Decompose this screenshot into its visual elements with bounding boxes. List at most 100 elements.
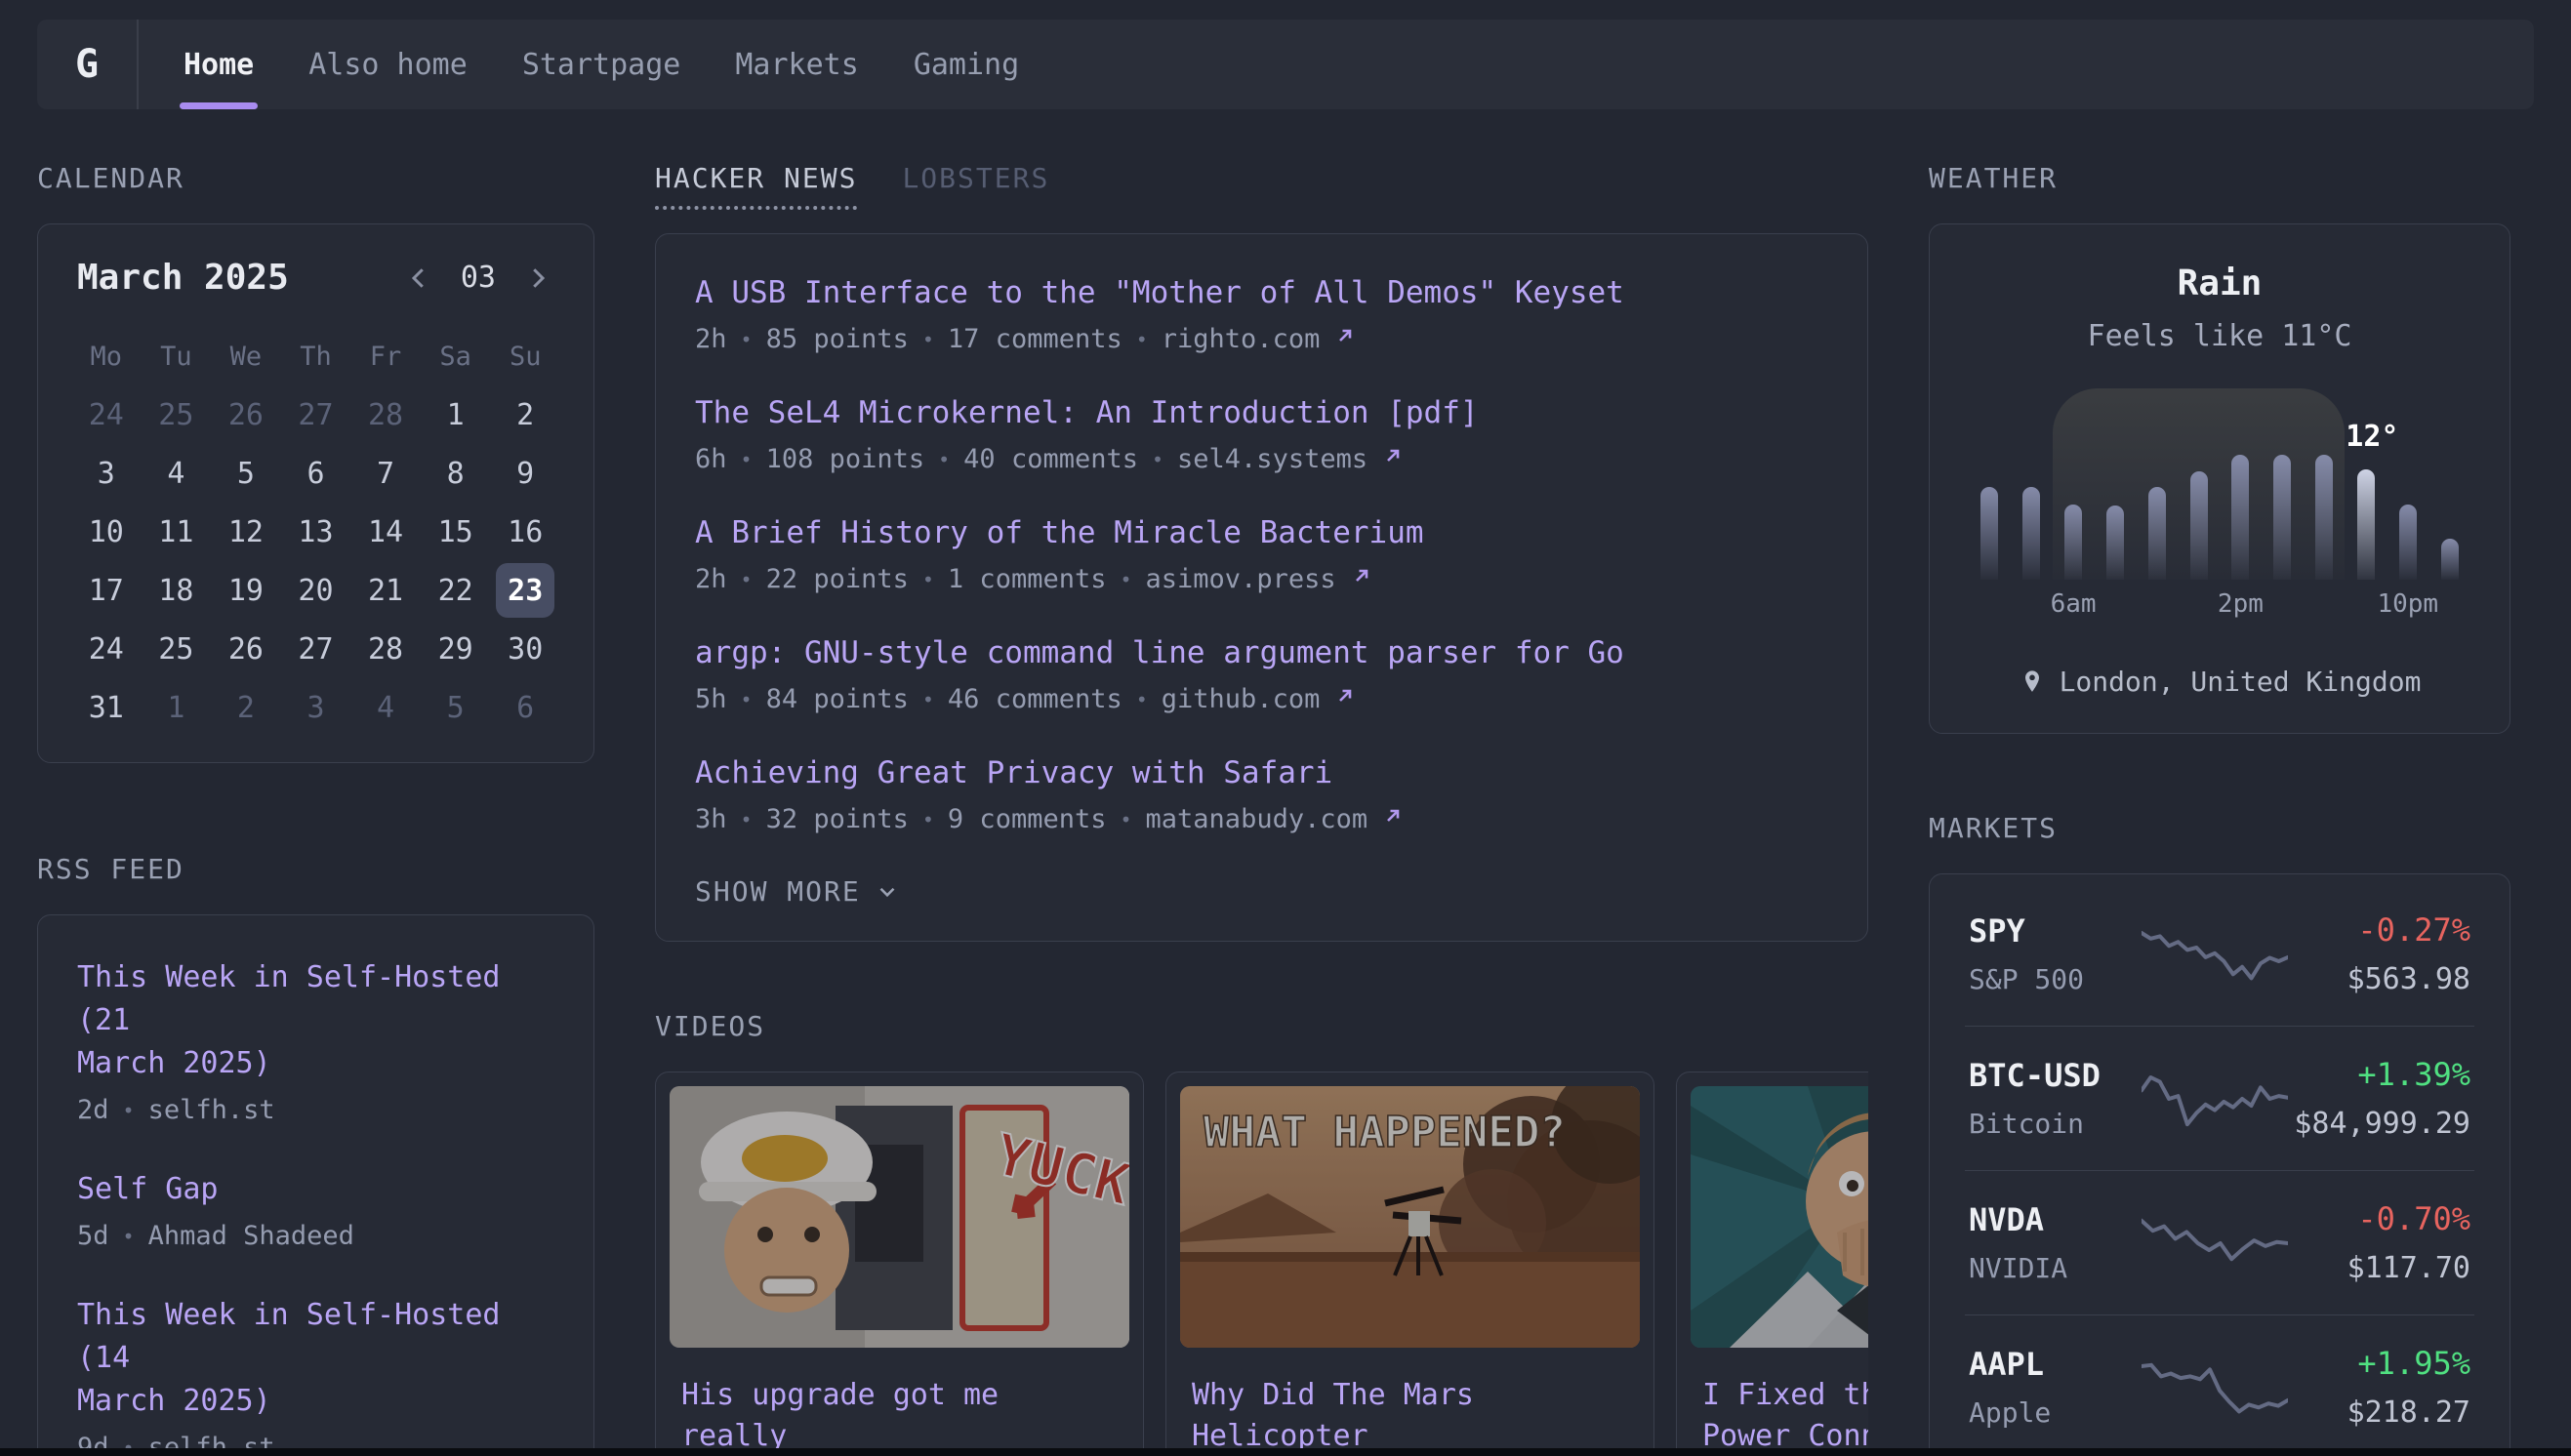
markets-section-title: MARKETS — [1929, 812, 2510, 844]
calendar-day[interactable]: 22 — [421, 561, 491, 620]
market-row-aapl[interactable]: AAPLApple+1.95%$218.27 — [1965, 1314, 2474, 1456]
calendar-day[interactable]: 31 — [71, 678, 142, 737]
calendar-day[interactable]: 15 — [421, 503, 491, 561]
news-item-points: 108 points — [766, 444, 925, 474]
calendar-day[interactable]: 10 — [71, 503, 142, 561]
weather-bar — [1980, 487, 1998, 580]
video-thumbnail: DOTHT — [1691, 1086, 1868, 1348]
calendar-day[interactable]: 4 — [350, 678, 421, 737]
market-row-nvda[interactable]: NVDANVIDIA-0.70%$117.70 — [1965, 1170, 2474, 1314]
hacker-news-widget: A USB Interface to the "Mother of All De… — [655, 233, 1868, 942]
video-card[interactable]: WHAT HAPPENED?Why Did The Mars Helicopte… — [1165, 1072, 1654, 1456]
calendar-day[interactable]: 3 — [71, 444, 142, 503]
calendar-day[interactable]: 5 — [421, 678, 491, 737]
news-item-source-link[interactable]: asimov.press — [1146, 564, 1336, 594]
calendar-next-icon[interactable] — [521, 262, 554, 295]
rss-item-title[interactable]: This Week in Self-Hosted (14 March 2025) — [77, 1294, 554, 1423]
calendar-day[interactable]: 2 — [490, 385, 560, 444]
market-row-btc-usd[interactable]: BTC-USDBitcoin+1.39%$84,999.29 — [1965, 1026, 2474, 1170]
calendar-day[interactable]: 5 — [211, 444, 281, 503]
calendar-day[interactable]: 9 — [490, 444, 560, 503]
market-price: $117.70 — [2288, 1251, 2470, 1285]
calendar-day[interactable]: 18 — [142, 561, 212, 620]
dashboard-columns: CALENDAR March 2025 03 MoTuWeThFrSaSu242… — [37, 162, 2534, 1456]
news-tab-lobsters[interactable]: LOBSTERS — [902, 162, 1049, 210]
news-item-title[interactable]: A USB Interface to the "Mother of All De… — [695, 275, 1828, 310]
weather-condition: Rain — [1969, 263, 2470, 303]
rss-item-title[interactable]: Self Gap — [77, 1168, 554, 1211]
calendar-day[interactable]: 4 — [142, 444, 212, 503]
video-card[interactable]: DOTHTI Fixed the 5 Power Connect3d•Linus… — [1676, 1072, 1868, 1456]
weather-bar-cell — [2094, 396, 2136, 580]
nav-tab-also-home[interactable]: Also home — [308, 20, 468, 109]
calendar-day[interactable]: 28 — [350, 620, 421, 678]
calendar-day[interactable]: 8 — [421, 444, 491, 503]
news-item-source-link[interactable]: matanabudy.com — [1146, 804, 1368, 834]
news-item-comments: 9 comments — [948, 804, 1107, 834]
calendar-day[interactable]: 11 — [142, 503, 212, 561]
calendar-day[interactable]: 12 — [211, 503, 281, 561]
weather-bar-cell — [2262, 396, 2304, 580]
video-title[interactable]: Why Did The Mars Helicopter Disappear? — [1192, 1375, 1628, 1456]
rss-item-age: 5d — [77, 1221, 109, 1251]
calendar-day[interactable]: 27 — [281, 385, 351, 444]
dashboard-page: G HomeAlso homeStartpageMarketsGaming CA… — [0, 0, 2571, 1456]
calendar-day[interactable]: 2 — [211, 678, 281, 737]
calendar-day[interactable]: 6 — [281, 444, 351, 503]
calendar-day[interactable]: 25 — [142, 620, 212, 678]
calendar-day[interactable]: 14 — [350, 503, 421, 561]
nav-tab-markets[interactable]: Markets — [735, 20, 858, 109]
nav-tab-gaming[interactable]: Gaming — [914, 20, 1019, 109]
separator-dot: • — [741, 568, 753, 591]
calendar-day[interactable]: 19 — [211, 561, 281, 620]
calendar-day[interactable]: 25 — [142, 385, 212, 444]
separator-dot: • — [741, 688, 753, 711]
weather-section-title: WEATHER — [1929, 162, 2510, 194]
calendar-prev-icon[interactable] — [402, 262, 435, 295]
videos-section-title: VIDEOS — [655, 1010, 1868, 1042]
calendar-day[interactable]: 3 — [281, 678, 351, 737]
video-title[interactable]: His upgrade got me really dirty - AMD $5… — [681, 1375, 1118, 1456]
weather-bar — [2315, 455, 2333, 580]
calendar-day[interactable]: 24 — [71, 385, 142, 444]
rss-item-title[interactable]: This Week in Self-Hosted (21 March 2025) — [77, 956, 554, 1085]
calendar-day[interactable]: 7 — [350, 444, 421, 503]
calendar-day[interactable]: 16 — [490, 503, 560, 561]
calendar-day[interactable]: 1 — [142, 678, 212, 737]
news-item: argp: GNU-style command line argument pa… — [695, 635, 1828, 714]
nav-tab-home[interactable]: Home — [184, 20, 254, 109]
calendar-day[interactable]: 24 — [71, 620, 142, 678]
market-name: S&P 500 — [1969, 963, 2142, 995]
calendar-day[interactable]: 27 — [281, 620, 351, 678]
calendar-day[interactable]: 6 — [490, 678, 560, 737]
calendar-day[interactable]: 29 — [421, 620, 491, 678]
news-item-source-link[interactable]: righto.com — [1162, 324, 1321, 354]
news-item-title[interactable]: Achieving Great Privacy with Safari — [695, 755, 1828, 790]
nav-tab-startpage[interactable]: Startpage — [522, 20, 681, 109]
calendar-day[interactable]: 21 — [350, 561, 421, 620]
calendar-day[interactable]: 17 — [71, 561, 142, 620]
news-item-points: 84 points — [766, 684, 909, 714]
news-item-source-link[interactable]: github.com — [1162, 684, 1321, 714]
news-item-points: 22 points — [766, 564, 909, 594]
calendar-day[interactable]: 30 — [490, 620, 560, 678]
calendar-day[interactable]: 26 — [211, 620, 281, 678]
video-title[interactable]: I Fixed the 5 Power Connect — [1702, 1375, 1868, 1456]
news-item-title[interactable]: argp: GNU-style command line argument pa… — [695, 635, 1828, 670]
market-identity: AAPLApple — [1969, 1346, 2142, 1429]
news-item-title[interactable]: A Brief History of the Miracle Bacterium — [695, 515, 1828, 550]
news-item-title[interactable]: The SeL4 Microkernel: An Introduction [p… — [695, 395, 1828, 430]
calendar-day-selected[interactable]: 23 — [496, 563, 554, 618]
video-card[interactable]: YUCKHis upgrade got me really dirty - AM… — [655, 1072, 1144, 1456]
calendar-day[interactable]: 28 — [350, 385, 421, 444]
calendar-day[interactable]: 26 — [211, 385, 281, 444]
calendar-day[interactable]: 13 — [281, 503, 351, 561]
calendar-day[interactable]: 1 — [421, 385, 491, 444]
app-logo[interactable]: G — [37, 20, 139, 109]
market-values: -0.27%$563.98 — [2288, 911, 2470, 996]
calendar-day[interactable]: 20 — [281, 561, 351, 620]
news-tab-hacker-news[interactable]: HACKER NEWS — [655, 162, 857, 210]
hn-show-more-button[interactable]: SHOW MORE — [695, 875, 1828, 908]
market-row-spy[interactable]: SPYS&P 500-0.27%$563.98 — [1965, 882, 2474, 1026]
news-item-source-link[interactable]: sel4.systems — [1177, 444, 1367, 474]
